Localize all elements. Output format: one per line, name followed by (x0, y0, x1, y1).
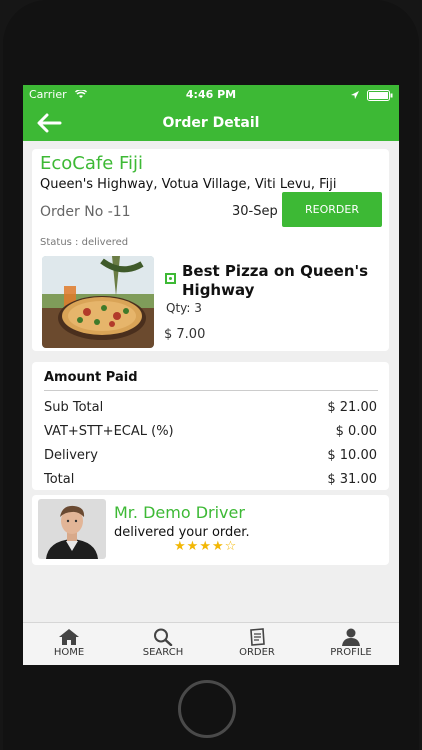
row-value: $ 31.00 (327, 472, 377, 487)
order-status: Status : delivered (40, 237, 129, 248)
tab-label: PROFILE (330, 647, 372, 658)
tab-label: ORDER (239, 647, 275, 658)
tab-label: SEARCH (142, 647, 184, 658)
amount-row-tax: VAT+STT+ECAL (%) $ 0.00 (44, 424, 377, 439)
driver-name: Mr. Demo Driver (114, 503, 245, 522)
tab-profile[interactable]: PROFILE (311, 625, 391, 658)
driver-card: Mr. Demo Driver delivered your order. ★★… (32, 495, 389, 565)
nav-bar: Order Detail (23, 105, 399, 141)
amount-title: Amount Paid (44, 370, 138, 385)
star-empty-icon: ☆ (224, 539, 238, 554)
order-number: Order No -11 (40, 204, 131, 220)
status-right (350, 88, 394, 101)
row-label: Delivery (44, 448, 98, 463)
amount-card: Amount Paid Sub Total $ 21.00 VAT+STT+EC… (32, 362, 389, 490)
home-icon (59, 629, 79, 645)
row-value: $ 10.00 (327, 448, 377, 463)
order-icon (250, 628, 265, 646)
phone-frame: Carrier 4:46 PM Order Detail EcoCafe Fij… (0, 0, 422, 750)
home-button[interactable] (178, 680, 236, 738)
tab-order[interactable]: ORDER (217, 625, 297, 658)
driver-avatar (38, 499, 106, 559)
reorder-button[interactable]: REORDER (282, 192, 382, 227)
star-filled-icon: ★ (186, 539, 200, 554)
order-date: 30-Sep (232, 204, 278, 219)
battery-icon (367, 89, 393, 101)
divider (44, 390, 378, 391)
order-card: EcoCafe Fiji Queen's Highway, Votua Vill… (32, 149, 389, 351)
tab-home[interactable]: HOME (29, 625, 109, 658)
cafe-name: EcoCafe Fiji (40, 153, 144, 174)
page-title: Order Detail (162, 115, 260, 131)
star-filled-icon: ★ (199, 539, 212, 554)
app-screen: Carrier 4:46 PM Order Detail EcoCafe Fij… (23, 85, 399, 665)
food-image (42, 256, 154, 348)
star-filled-icon: ★ (211, 539, 225, 554)
row-label: VAT+STT+ECAL (%) (44, 424, 174, 439)
location-arrow-icon (350, 91, 359, 99)
search-icon (154, 628, 173, 646)
veg-indicator-icon (165, 273, 176, 284)
row-value: $ 21.00 (327, 400, 377, 415)
amount-row-subtotal: Sub Total $ 21.00 (44, 400, 377, 415)
row-label: Total (44, 472, 75, 487)
status-bar: Carrier 4:46 PM (23, 85, 399, 105)
cafe-address: Queen's Highway, Votua Village, Viti Lev… (40, 177, 337, 192)
star-filled-icon: ★ (174, 539, 187, 554)
amount-row-delivery: Delivery $ 10.00 (44, 448, 377, 463)
item-name: Best Pizza on Queen's Highway (182, 262, 369, 299)
tab-search[interactable]: SEARCH (123, 625, 203, 658)
item-price: $ 7.00 (164, 327, 206, 342)
tab-label: HOME (53, 647, 85, 658)
item-qty: Qty: 3 (166, 301, 202, 315)
delivered-message: delivered your order. (114, 525, 250, 540)
row-value: $ 0.00 (335, 424, 377, 439)
amount-row-total: Total $ 31.00 (44, 472, 377, 487)
clock: 4:46 PM (185, 88, 237, 101)
rating-stars: ★★★★☆ (174, 539, 237, 554)
profile-icon (342, 628, 360, 646)
tab-bar: HOME SEARCH ORDER PROFILE (23, 622, 399, 665)
row-label: Sub Total (44, 400, 104, 415)
